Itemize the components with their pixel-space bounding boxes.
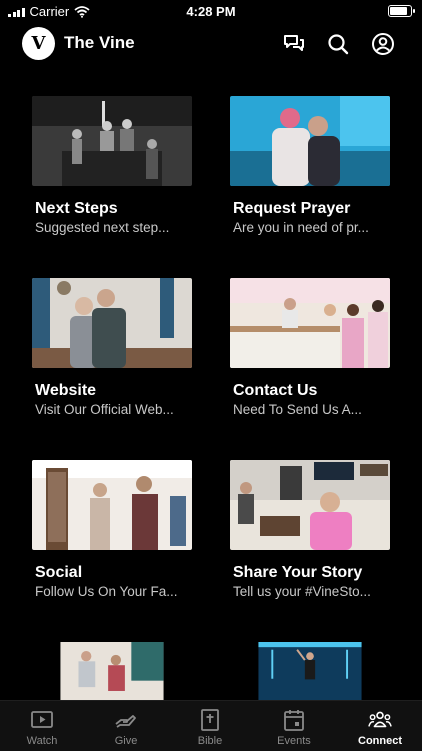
card-share-your-story[interactable]: Share Your Story Tell us your #VineSto..… [230, 460, 392, 599]
tab-label: Bible [197, 735, 223, 747]
app-logo[interactable]: V [22, 27, 55, 60]
battery-icon [388, 5, 415, 17]
profile-icon[interactable] [371, 32, 395, 56]
logo-letter: V [31, 33, 46, 54]
tab-label: Events [277, 735, 311, 747]
card-title: Contact Us [233, 382, 318, 399]
chat-icon[interactable] [282, 32, 306, 56]
play-icon [31, 711, 53, 728]
app-title: The Vine [64, 33, 135, 52]
card-title: Request Prayer [233, 200, 351, 217]
people-icon [368, 711, 392, 728]
card-subtitle: Tell us your #VineSto... [233, 584, 371, 599]
card-partial-right[interactable] [230, 642, 392, 705]
tab-connect[interactable]: Connect [338, 701, 422, 751]
share-your-story-photo [230, 460, 390, 550]
website-photo [32, 278, 192, 368]
card-title: Website [35, 382, 97, 399]
card-social[interactable]: Social Follow Us On Your Fa... [32, 460, 194, 599]
card-request-prayer[interactable]: Request Prayer Are you in need of pr... [230, 96, 392, 235]
app-header: V The Vine [0, 22, 422, 66]
tab-bar: Watch Give Bible Events Connect [0, 700, 422, 751]
card-subtitle: Are you in need of pr... [233, 220, 369, 235]
status-bar: Carrier 4:28 PM [0, 0, 422, 22]
card-website[interactable]: Website Visit Our Official Web... [32, 278, 194, 417]
social-photo [32, 460, 192, 550]
calendar-icon [284, 710, 304, 731]
bible-icon [201, 709, 219, 731]
status-time: 4:28 PM [186, 4, 236, 19]
contact-us-photo [230, 278, 390, 368]
card-subtitle: Need To Send Us A... [233, 402, 362, 417]
tab-watch[interactable]: Watch [0, 701, 84, 751]
card-subtitle: Follow Us On Your Fa... [35, 584, 178, 599]
search-icon[interactable] [326, 32, 350, 56]
partial-photo-left [60, 642, 164, 700]
card-title: Social [35, 564, 83, 581]
request-prayer-photo [230, 96, 390, 186]
card-next-steps[interactable]: Next Steps Suggested next step... [32, 96, 194, 235]
give-hand-icon [115, 715, 136, 728]
tab-bible[interactable]: Bible [168, 701, 252, 751]
card-partial-left[interactable] [32, 642, 194, 705]
card-title: Next Steps [35, 200, 118, 217]
tab-label: Watch [26, 735, 58, 747]
tab-give[interactable]: Give [84, 701, 168, 751]
partial-photo-right [258, 642, 362, 700]
card-contact-us[interactable]: Contact Us Need To Send Us A... [230, 278, 392, 417]
next-steps-photo [32, 96, 192, 186]
tab-events[interactable]: Events [252, 701, 336, 751]
card-subtitle: Suggested next step... [35, 220, 170, 235]
tab-label: Connect [358, 735, 402, 747]
card-subtitle: Visit Our Official Web... [35, 402, 174, 417]
card-title: Share Your Story [233, 564, 363, 581]
tab-label: Give [114, 735, 138, 747]
